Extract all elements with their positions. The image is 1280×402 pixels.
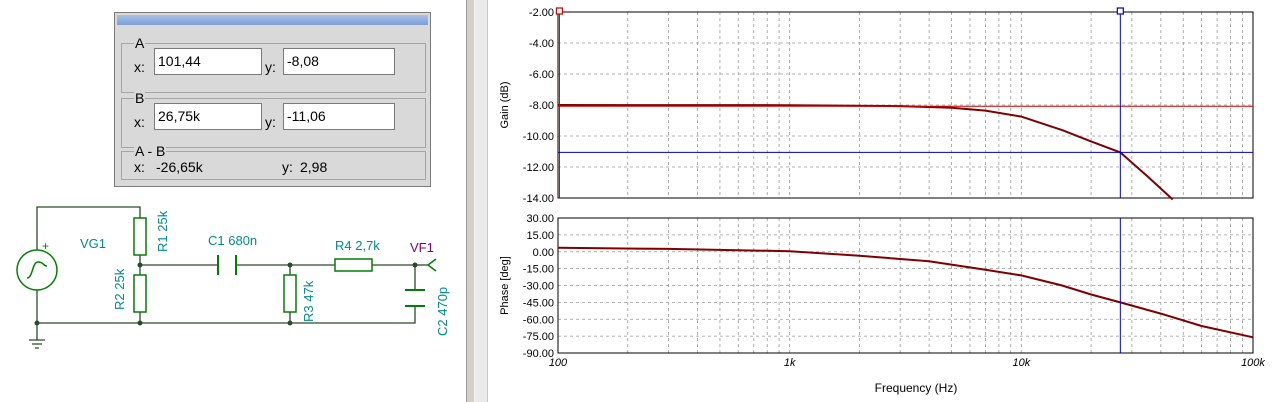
phase-chart: 30.00 15.00 0.00 -15.00 -30.00 -45.00 -60.00 -7… [499,213,1265,369]
cursor-a-group: A x: 101,44 y: -8,08 [121,35,426,93]
r2-label: R2 25k [112,268,127,310]
cursor-b-handle [1116,7,1124,15]
c1-label: C1 680n [208,233,257,248]
cursor-a-y-field[interactable]: -8,08 [283,48,395,75]
y-tick-label: -6.00 [529,69,554,81]
junction-dots [34,262,418,326]
x-tick-label: 100k [1241,357,1265,369]
r1-resistor[interactable] [133,217,147,256]
cursor-b-y-label: y: [265,114,276,130]
bode-plot: -2.00 -4.00 -6.00 -8.00 -10.00 -12.00 -14.00 Ga… [499,7,1265,395]
y-tick-label: -30.00 [523,281,554,293]
vg1-label: VG1 [80,236,106,251]
x-tick-label: 1k [784,357,796,369]
c2-capacitor[interactable] [405,289,425,307]
vertical-scrollbar[interactable] [475,0,488,402]
cursor-diff-y-value: 2,98 [300,159,328,175]
cursor-b-y-field[interactable]: -11,06 [283,103,395,130]
cursor-a-y-label: y: [265,59,276,75]
cursor-a-x-field[interactable]: 101,44 [154,48,262,75]
y-tick-label: 0.00 [533,247,554,259]
cursor-b-group: B x: 26,75k y: -11,06 [121,90,426,148]
cursor-diff-group: A - B x: -26,65k y: 2,98 [121,143,426,180]
x-tick-label: 10k [1012,357,1030,369]
panel-title-bar[interactable] [117,15,428,25]
vg1-source-symbol[interactable] [16,249,58,291]
gain-chart: -2.00 -4.00 -6.00 -8.00 -10.00 -12.00 -14.00 Ga… [499,7,1254,205]
cursor-diff-title: A - B [134,143,167,159]
panel-splitter[interactable] [466,0,475,402]
cursor-b-x-field[interactable]: 26,75k [154,103,262,130]
cursor-a-handle [555,7,564,15]
cursor-a-x-label: x: [134,59,145,75]
y-tick-label: -10.00 [523,131,554,143]
y-tick-label: -75.00 [523,331,554,343]
y-tick-label: -4.00 [529,38,554,50]
y-tick-label: -45.00 [523,297,554,309]
r2-resistor[interactable] [133,274,147,313]
wires [29,206,428,349]
y-tick-label: -60.00 [523,314,554,326]
y-tick-label: -2.00 [529,7,554,19]
r4-resistor[interactable] [334,258,373,272]
cursor-b-title: B [134,90,146,106]
r3-label: R3 47k [301,280,316,322]
cursor-diff-x-label: x: [134,159,145,175]
c2-label: C2 470p [435,287,450,336]
cursor-b-x-label: x: [134,114,145,130]
y-axis-title: Phase [deg] [499,256,511,315]
r4-label: R4 2,7k [335,238,380,253]
y-tick-label: 15.00 [526,230,554,242]
r3-resistor[interactable] [283,274,297,313]
y-tick-label: 30.00 [526,213,554,225]
vg1-plus-sign: + [42,239,49,253]
cursor-readout-panel: A x: 101,44 y: -8,08 B x: 26,75k y: -11,… [114,12,431,187]
vf1-probe-symbol[interactable] [427,258,437,272]
x-tick-label: 100 [549,357,568,369]
x-axis-title: Frequency (Hz) [875,381,958,395]
y-tick-label: -14.00 [523,193,554,205]
y-tick-label: -15.00 [523,264,554,276]
vf1-label: VF1 [410,240,434,255]
cursor-diff-y-label: y: [282,159,293,175]
y-tick-label: -8.00 [529,100,554,112]
c1-capacitor[interactable] [217,255,237,275]
cursor-a-title: A [134,35,146,51]
y-tick-label: -12.00 [523,162,554,174]
r1-label: R1 25k [155,210,170,252]
y-axis-title: Gain (dB) [499,81,511,128]
cursor-diff-x-value: -26,65k [156,159,203,175]
